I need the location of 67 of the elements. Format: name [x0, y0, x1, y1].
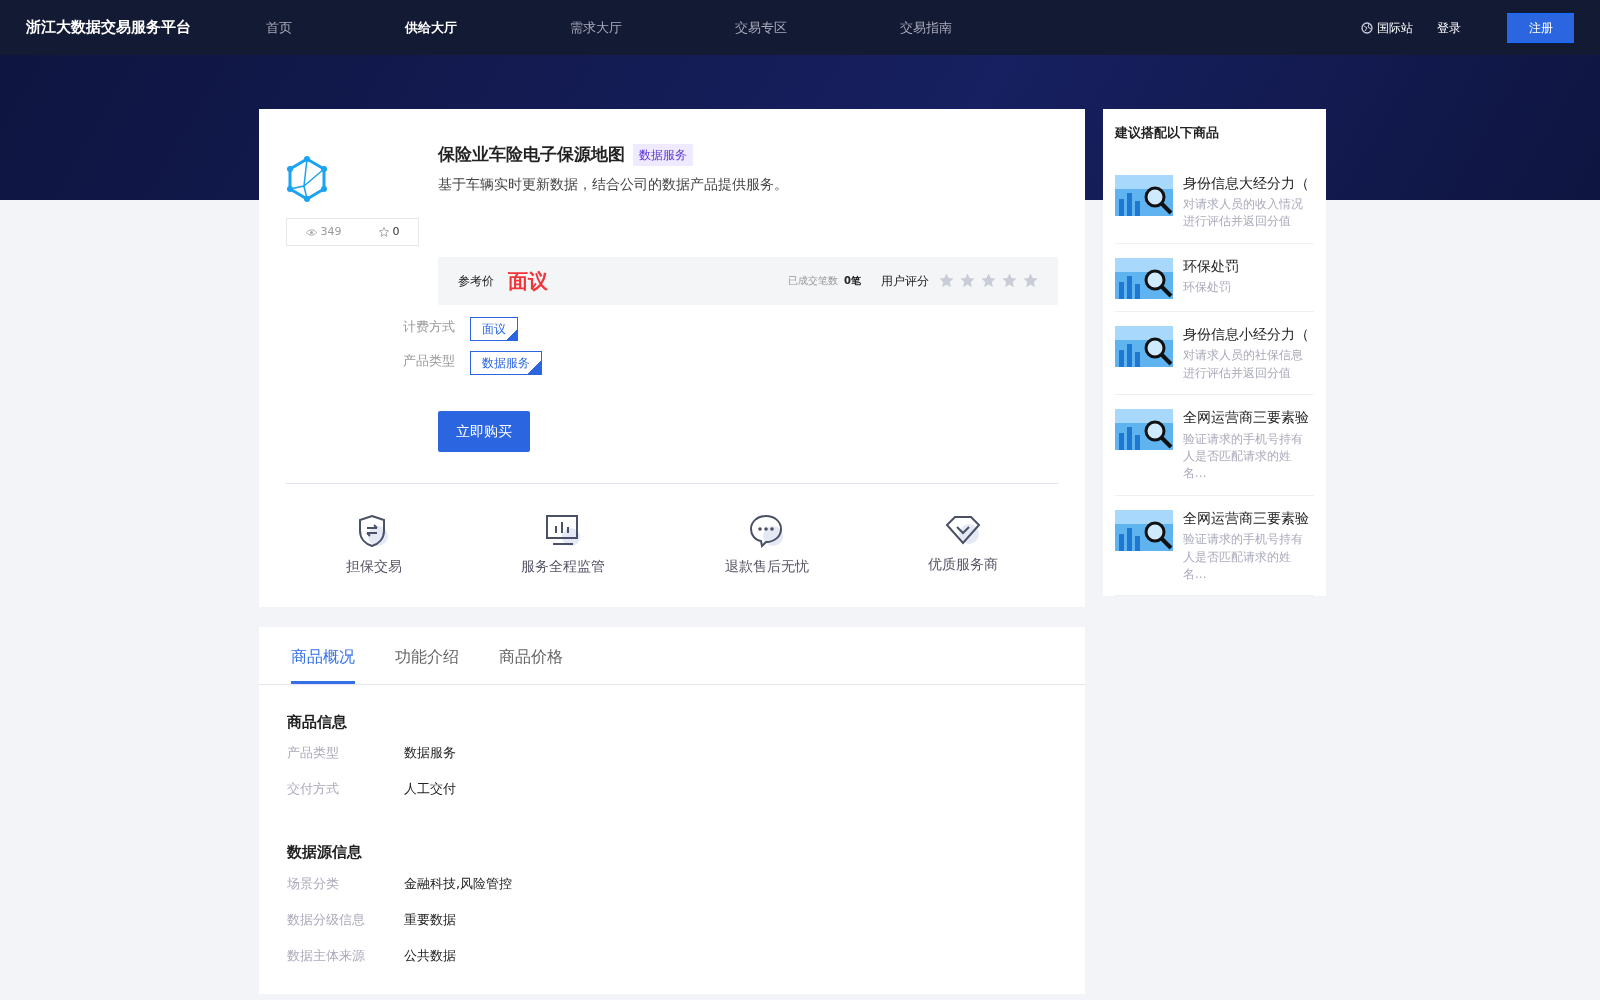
product-name[interactable]: 全网运营商三要素验: [1183, 509, 1314, 528]
buy-now-button[interactable]: 立即购买: [438, 410, 530, 452]
option-tag[interactable]: 数据服务: [470, 350, 542, 375]
register-button[interactable]: 注册: [1507, 12, 1574, 43]
field-label: 数据分级信息: [287, 910, 366, 929]
deals-label: 已成交笔数: [788, 274, 839, 288]
nav-link[interactable]: 交易指南: [900, 17, 952, 38]
price-label: 参考价: [458, 272, 494, 290]
section-heading: 商品信息: [287, 711, 348, 733]
star-icon: [1023, 273, 1038, 288]
product-description: 验证请求的手机号持有人是否匹配请求的姓名...: [1183, 531, 1304, 583]
site-logo[interactable]: 浙江大数据交易服务平台: [26, 16, 191, 39]
shield-icon: [357, 513, 390, 548]
product-name[interactable]: 全网运营商三要素验: [1183, 409, 1314, 427]
field-value: 人工交付: [404, 780, 456, 798]
field-value: 重要数据: [404, 910, 456, 929]
star-icon: [960, 273, 975, 288]
favorite-count: 0: [392, 223, 400, 240]
guarantee-label: 优质服务商: [928, 554, 999, 574]
product-description: 对请求人员的社保信息进行评估并返回分值: [1183, 347, 1304, 382]
deals-count: 0笔: [844, 274, 861, 288]
guarantee-label: 担保交易: [345, 556, 402, 576]
product-name[interactable]: 身份信息大经分力（: [1183, 174, 1314, 192]
field-label: 交付方式: [287, 780, 340, 798]
product-name[interactable]: 环保处罚: [1183, 257, 1239, 276]
price-value: 面议: [508, 267, 548, 295]
product-title: 保险业车险电子保源地图: [438, 143, 625, 166]
tab[interactable]: 商品概况: [291, 626, 355, 684]
view-count: 349: [320, 223, 342, 240]
nav-link[interactable]: 首页: [266, 17, 292, 38]
field-label: 数据主体来源: [287, 946, 366, 965]
field-value: 公共数据: [404, 946, 456, 965]
field-value: 数据服务: [404, 744, 456, 762]
section-heading: 数据源信息: [287, 842, 363, 863]
field-value: 金融科技,风险管控: [404, 874, 513, 893]
product-description: 环保处罚: [1183, 279, 1232, 297]
category-tag: 数据服务: [633, 143, 693, 166]
intl-site-link[interactable]: 国际站: [1377, 18, 1413, 37]
logo-icon: [286, 156, 328, 202]
globe-icon: [1361, 21, 1373, 34]
nav-link[interactable]: 需求大厅: [570, 17, 622, 38]
monitor-icon: [545, 513, 582, 548]
product-name[interactable]: 身份信息小经分力（: [1183, 325, 1314, 344]
tab[interactable]: 功能介绍: [395, 626, 459, 684]
guarantee-label: 退款售后无忧: [724, 556, 809, 576]
rating-label: 用户评分: [881, 272, 929, 290]
product-description: 基于车辆实时更新数据，结合公司的数据产品提供服务。: [438, 174, 789, 194]
field-label: 产品类型: [287, 744, 340, 762]
option-label: 计费方式: [403, 317, 455, 336]
login-link[interactable]: 登录: [1437, 18, 1461, 37]
chat-icon: [748, 513, 785, 548]
product-description: 对请求人员的收入情况进行评估并返回分值: [1183, 196, 1304, 231]
sidebar-title: 建议搭配以下商品: [1115, 124, 1220, 142]
guarantee-label: 服务全程监管: [521, 556, 606, 576]
product-description: 验证请求的手机号持有人是否匹配请求的姓名...: [1183, 430, 1304, 483]
star-icon: [939, 273, 954, 288]
diamond-icon: [945, 513, 982, 546]
tab[interactable]: 商品价格: [499, 626, 563, 684]
star-icon: [981, 273, 996, 288]
option-tag[interactable]: 面议: [470, 316, 518, 341]
nav-link[interactable]: 交易专区: [735, 17, 787, 38]
option-label: 产品类型: [403, 351, 455, 370]
nav-link[interactable]: 供给大厅: [405, 17, 457, 38]
star-icon: [378, 227, 389, 237]
eye-icon: [305, 228, 317, 236]
field-label: 场景分类: [287, 874, 340, 893]
star-icon: [1002, 273, 1017, 288]
